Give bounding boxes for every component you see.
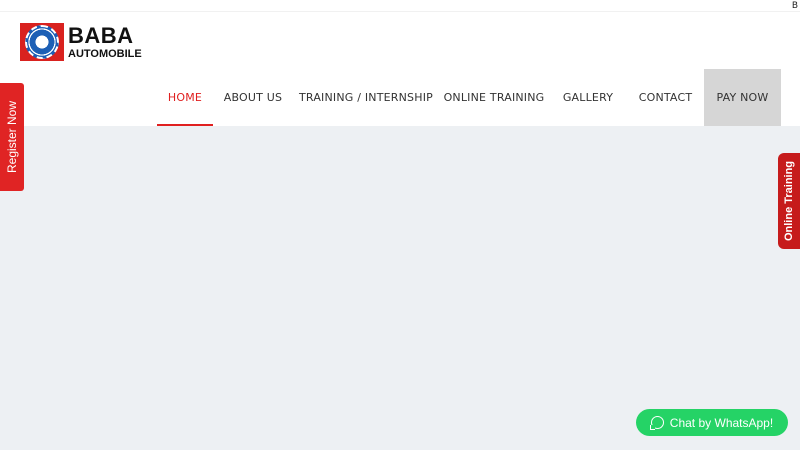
logo-title: BABA [68,22,134,48]
register-now-tab[interactable]: Register Now [0,83,24,191]
main-content [0,126,800,450]
logo-subtitle: AUTOMOBILE [68,47,142,60]
corner-text: B [791,1,798,11]
main-nav: HOME ABOUT US TRAINING / INTERNSHIP ONLI… [157,69,781,127]
nav-training-internship[interactable]: TRAINING / INTERNSHIP [293,69,439,126]
nav-about-us[interactable]: ABOUT US [213,69,293,126]
gear-icon [25,25,59,59]
nav-online-training[interactable]: ONLINE TRAINING [439,69,549,126]
whatsapp-label: Chat by WhatsApp! [669,415,774,430]
online-training-label: Online Training [783,160,795,242]
logo-text: BABA AUTOMOBILE [68,22,142,60]
site-header: BABA AUTOMOBILE HOME ABOUT US TRAINING /… [0,12,800,127]
site-logo[interactable]: BABA AUTOMOBILE [20,22,145,62]
whatsapp-chat-button[interactable]: Chat by WhatsApp! [636,409,788,436]
register-now-label: Register Now [5,100,19,174]
nav-pay-now[interactable]: PAY NOW [704,69,781,126]
nav-gallery[interactable]: GALLERY [549,69,627,126]
nav-home[interactable]: HOME [157,69,213,127]
nav-contact[interactable]: CONTACT [627,69,704,126]
logo-badge [20,23,64,61]
whatsapp-icon [649,416,664,430]
top-bar: B [0,0,800,12]
online-training-tab[interactable]: Online Training [778,153,800,249]
